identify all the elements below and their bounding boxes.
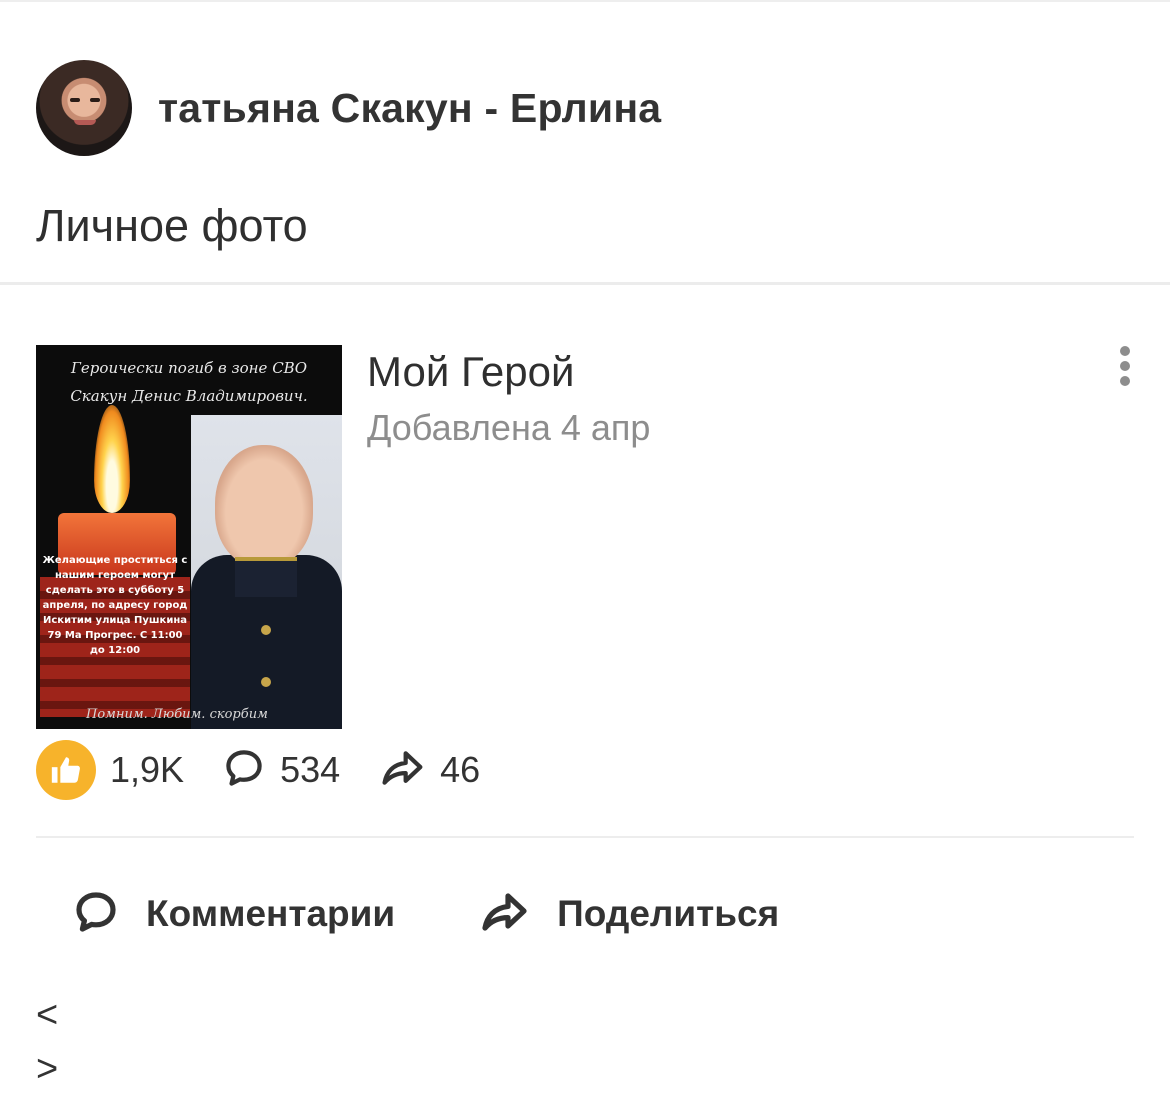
speech-bubble-icon [222, 746, 266, 795]
portrait-head [215, 445, 313, 567]
previous-arrow[interactable]: < [36, 994, 58, 1037]
shares-stat[interactable]: 46 [378, 746, 480, 795]
post-actions: Комментарии Поделиться [72, 884, 779, 944]
more-dot [1120, 346, 1130, 356]
avatar[interactable] [36, 60, 132, 156]
album-title[interactable]: Личное фото [36, 200, 308, 252]
more-dot [1120, 376, 1130, 386]
share-arrow-icon [378, 746, 426, 795]
post-stats: 1,9K 534 46 [36, 740, 480, 800]
comments-button-label: Комментарии [146, 893, 396, 934]
photo-signature: Помним. Любим. скорбим [86, 707, 268, 722]
uniform-button [261, 625, 271, 635]
more-vertical-icon[interactable] [1114, 346, 1136, 388]
photo-caption-line1: Героически погиб в зоне СВО [71, 359, 307, 377]
more-dot [1120, 361, 1130, 371]
share-button[interactable]: Поделиться [477, 888, 779, 941]
share-button-label: Поделиться [557, 893, 780, 934]
next-arrow[interactable]: > [36, 1048, 58, 1091]
author-name[interactable]: татьяна Скакун - Ерлина [158, 85, 661, 132]
post-date: Добавлена 4 апр [367, 407, 651, 448]
avatar-mouth [74, 120, 96, 125]
likes-stat[interactable]: 1,9K [36, 740, 184, 800]
photo-post-page: татьяна Скакун - Ерлина Личное фото Геро… [0, 0, 1170, 1104]
avatar-eye-right [90, 98, 100, 102]
comments-button[interactable]: Комментарии [72, 888, 395, 941]
post-photo[interactable]: Героически погиб в зоне СВО Скакун Денис… [36, 345, 342, 729]
post-title[interactable]: Мой Герой [367, 348, 574, 396]
photo-caption-line2: Скакун Денис Владимирович. [70, 387, 308, 405]
top-divider [0, 0, 1170, 2]
likes-count: 1,9K [110, 749, 185, 790]
candle-flame [94, 405, 130, 513]
photo-portrait [191, 415, 342, 729]
shares-count: 46 [440, 749, 481, 790]
post-header: татьяна Скакун - Ерлина [36, 60, 661, 156]
section-divider [0, 282, 1170, 285]
actions-divider [36, 836, 1134, 838]
comments-stat[interactable]: 534 [222, 746, 340, 795]
photo-notice-text: Желающие проститься с нашим героем могут… [42, 555, 188, 656]
comments-count: 534 [280, 749, 341, 790]
speech-bubble-icon [72, 888, 120, 941]
thumbs-up-icon[interactable] [36, 740, 96, 800]
share-arrow-icon [477, 888, 531, 941]
portrait-collar [235, 557, 297, 597]
avatar-eye-left [70, 98, 80, 102]
uniform-button [261, 677, 271, 687]
